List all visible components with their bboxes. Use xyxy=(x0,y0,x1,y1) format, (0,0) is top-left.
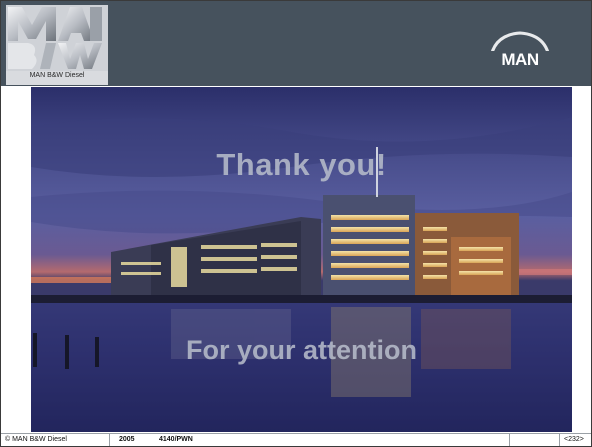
footer-divider xyxy=(509,434,510,446)
man-badge-icon: MAN xyxy=(488,31,552,69)
thank-you-headline: Thank you! xyxy=(216,147,387,182)
harbour-building-image xyxy=(31,87,572,432)
building-photo: Thank you! For your attention xyxy=(31,87,572,432)
attention-subline: For your attention xyxy=(186,335,417,365)
footer-copyright: © MAN B&W Diesel xyxy=(5,436,67,443)
slide-footer: © MAN B&W Diesel 2005 4140/PWN <232> xyxy=(1,433,591,446)
footer-doc-code: 4140/PWN xyxy=(159,436,193,443)
footer-page-number: <232> xyxy=(564,436,584,443)
slide-header: MAN B&W Diesel MAN xyxy=(1,1,591,86)
man-badge-text: MAN xyxy=(501,50,538,69)
footer-year: 2005 xyxy=(119,436,135,443)
logo-caption: MAN B&W Diesel xyxy=(29,72,85,79)
footer-divider xyxy=(559,434,560,446)
slide-frame: MAN B&W Diesel MAN Thank you! For your a… xyxy=(0,0,592,447)
footer-divider xyxy=(109,434,110,446)
man-bw-logo-art xyxy=(6,5,108,71)
company-logo: MAN B&W Diesel xyxy=(6,5,108,85)
